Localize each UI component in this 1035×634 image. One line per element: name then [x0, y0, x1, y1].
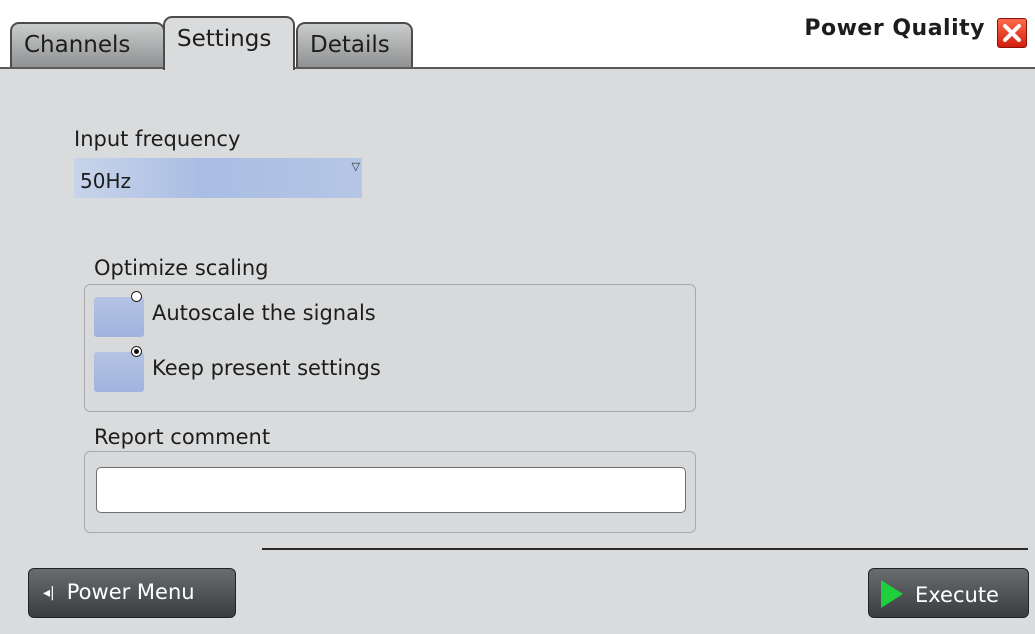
tab-divider: [0, 67, 1035, 69]
optimize-scaling-label: Optimize scaling: [94, 256, 269, 280]
tab-settings[interactable]: Settings: [163, 16, 295, 70]
play-icon: [881, 580, 903, 608]
footer-divider: [262, 548, 1028, 550]
radio-autoscale-indicator[interactable]: [131, 291, 142, 302]
radio-keep-present-box[interactable]: [94, 352, 144, 392]
input-frequency-dropdown[interactable]: 50Hz ▽: [74, 158, 362, 198]
dropdown-arrow-icon: ▽: [351, 160, 360, 173]
radio-autoscale-label: Autoscale the signals: [152, 301, 376, 325]
radio-keep-present-label: Keep present settings: [152, 356, 381, 380]
power-menu-button[interactable]: ◂| Power Menu: [28, 568, 236, 618]
tab-details-label: Details: [310, 32, 390, 58]
back-arrow-icon: ◂|: [43, 585, 55, 601]
tab-settings-label: Settings: [177, 26, 272, 52]
execute-button[interactable]: Execute: [868, 568, 1029, 618]
tab-channels-label: Channels: [24, 32, 131, 58]
tab-details[interactable]: Details: [296, 22, 413, 68]
power-menu-label: Power Menu: [66, 580, 195, 604]
panel-title: Power Quality: [804, 16, 985, 41]
input-frequency-label: Input frequency: [74, 127, 241, 151]
tab-channels[interactable]: Channels: [10, 22, 165, 68]
radio-keep-present-indicator[interactable]: [131, 346, 142, 357]
report-comment-input[interactable]: [96, 467, 686, 513]
close-button[interactable]: [997, 18, 1027, 48]
input-frequency-value: 50Hz: [80, 169, 131, 193]
report-comment-label: Report comment: [94, 425, 271, 449]
execute-label: Execute: [915, 583, 999, 607]
radio-autoscale-box[interactable]: [94, 297, 144, 337]
close-icon: [1003, 24, 1021, 42]
